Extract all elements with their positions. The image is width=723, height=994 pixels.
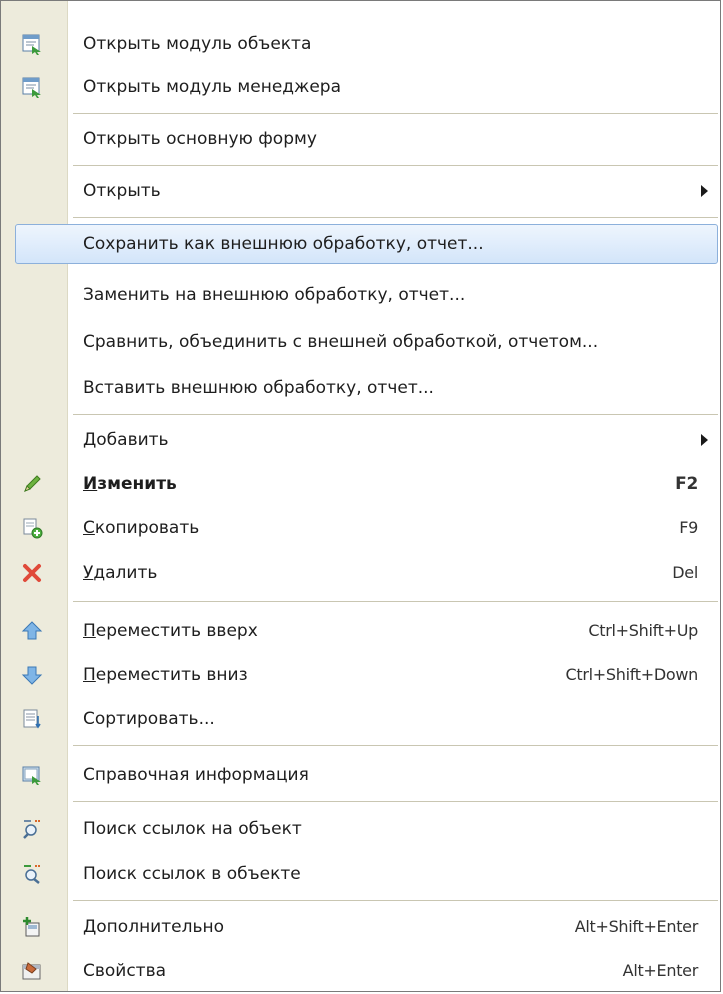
menu-item-shortcut: F2 bbox=[675, 474, 698, 494]
menu-item-label: Справочная информация bbox=[83, 765, 309, 785]
arrow-down-icon bbox=[21, 666, 43, 685]
menu-item-compare-merge-external[interactable]: Сравнить, объединить с внешней обработко… bbox=[1, 320, 720, 364]
menu-item-help-info[interactable]: Справочная информация bbox=[1, 753, 720, 797]
menu-item-shortcut: Alt+Shift+Enter bbox=[574, 917, 699, 936]
menu-item-copy[interactable]: Скопировать F9 bbox=[1, 506, 720, 550]
menu-item-label: Добавить bbox=[83, 430, 169, 450]
arrow-up-icon bbox=[21, 621, 43, 640]
menu-item-find-references[interactable]: Поиск ссылок на объект bbox=[1, 807, 720, 851]
menu-item-additional[interactable]: Дополнительно Alt+Shift+Enter bbox=[1, 905, 720, 949]
submenu-arrow-icon bbox=[701, 434, 708, 446]
menu-item-label: Переместить вниз bbox=[83, 665, 248, 685]
menu-item-save-as-external[interactable]: Сохранить как внешнюю обработку, отчет..… bbox=[1, 222, 720, 266]
pencil-icon bbox=[24, 475, 41, 492]
menu-item-label: Вставить внешнюю обработку, отчет... bbox=[83, 378, 434, 398]
context-menu: Открыть модуль объекта Открыть модуль ме… bbox=[0, 0, 721, 992]
menu-item-move-up[interactable]: Переместить вверх Ctrl+Shift+Up bbox=[1, 609, 720, 653]
menu-item-label: Сортировать... bbox=[83, 709, 215, 729]
menu-item-label: Поиск ссылок в объекте bbox=[83, 864, 301, 884]
menu-item-shortcut: Ctrl+Shift+Down bbox=[565, 665, 699, 684]
menu-item-sort[interactable]: Сортировать... bbox=[1, 697, 720, 741]
menu-item-add[interactable]: Добавить bbox=[1, 418, 720, 462]
submenu-arrow-icon bbox=[701, 185, 708, 197]
menu-item-label: Переместить вверх bbox=[83, 621, 258, 641]
menu-item-open-object-module[interactable]: Открыть модуль объекта bbox=[1, 22, 720, 66]
help-info-icon bbox=[22, 766, 41, 785]
find-in-object-icon bbox=[24, 865, 41, 884]
menu-item-label: Открыть основную форму bbox=[83, 129, 317, 149]
menu-item-label: Открыть bbox=[83, 181, 161, 201]
menu-separator bbox=[73, 217, 718, 219]
menu-item-shortcut: Ctrl+Shift+Up bbox=[588, 621, 698, 640]
menu-item-label: Удалить bbox=[83, 563, 158, 583]
menu-item-delete[interactable]: Удалить Del bbox=[1, 551, 720, 595]
menu-item-open-main-form[interactable]: Открыть основную форму bbox=[1, 117, 720, 161]
menu-separator bbox=[73, 113, 718, 115]
copy-icon bbox=[23, 518, 43, 539]
menu-item-shortcut: Del bbox=[672, 563, 698, 582]
menu-item-label: Сравнить, объединить с внешней обработко… bbox=[83, 332, 599, 352]
menu-item-shortcut: Alt+Enter bbox=[622, 961, 699, 980]
menu-item-label: Скопировать bbox=[83, 518, 200, 538]
menu-item-replace-with-external[interactable]: Заменить на внешнюю обработку, отчет... bbox=[1, 273, 720, 317]
menu-item-label: Открыть модуль менеджера bbox=[83, 77, 342, 97]
menu-item-move-down[interactable]: Переместить вниз Ctrl+Shift+Down bbox=[1, 653, 720, 697]
menu-item-properties[interactable]: Свойства Alt+Enter bbox=[1, 949, 720, 993]
module-object-icon bbox=[22, 34, 41, 55]
menu-separator bbox=[73, 900, 718, 902]
menu-item-label: Поиск ссылок на объект bbox=[83, 819, 302, 839]
menu-separator bbox=[73, 801, 718, 803]
menu-item-label: Дополнительно bbox=[83, 917, 224, 937]
menu-item-label: Открыть модуль объекта bbox=[83, 34, 312, 54]
menu-separator bbox=[73, 165, 718, 167]
menu-item-edit[interactable]: Изменить F2 bbox=[1, 462, 720, 506]
properties-icon bbox=[22, 962, 41, 980]
menu-item-label: Свойства bbox=[83, 961, 167, 981]
menu-separator bbox=[73, 414, 718, 416]
delete-icon bbox=[23, 564, 41, 582]
menu-separator bbox=[73, 601, 718, 603]
find-references-icon bbox=[23, 820, 41, 839]
additional-icon bbox=[23, 917, 40, 937]
sort-icon bbox=[23, 709, 41, 729]
menu-item-insert-external[interactable]: Вставить внешнюю обработку, отчет... bbox=[1, 366, 720, 410]
menu-separator bbox=[73, 745, 718, 747]
menu-item-find-in-object[interactable]: Поиск ссылок в объекте bbox=[1, 852, 720, 896]
menu-item-open-manager-module[interactable]: Открыть модуль менеджера bbox=[1, 65, 720, 109]
menu-item-label: Сохранить как внешнюю обработку, отчет..… bbox=[83, 234, 484, 254]
menu-item-shortcut: F9 bbox=[679, 518, 698, 537]
module-manager-icon bbox=[22, 77, 41, 98]
menu-item-label: Заменить на внешнюю обработку, отчет... bbox=[83, 285, 466, 305]
menu-item-open[interactable]: Открыть bbox=[1, 169, 720, 213]
menu-item-label: Изменить bbox=[83, 474, 177, 494]
